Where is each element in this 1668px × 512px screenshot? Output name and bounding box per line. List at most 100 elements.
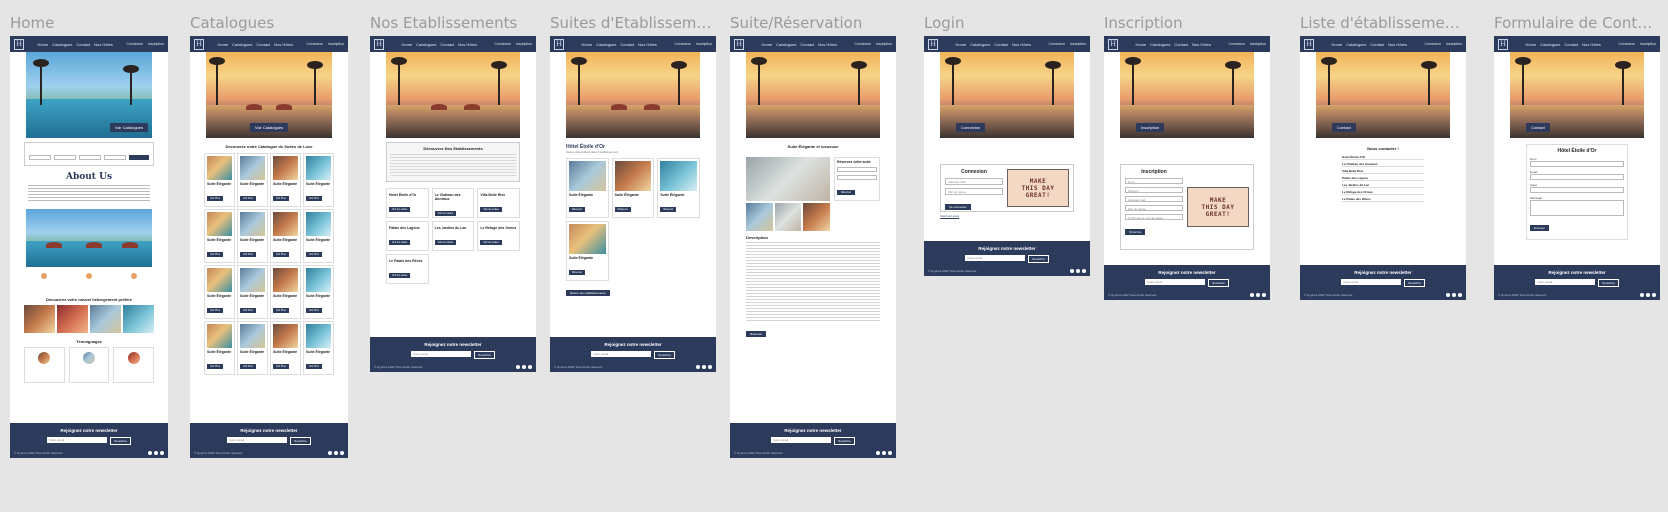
newsletter-input[interactable]: Votre email bbox=[47, 437, 108, 443]
newsletter-button[interactable]: Souscrire bbox=[1404, 279, 1425, 287]
view-more-button[interactable]: Voir Plus bbox=[207, 308, 223, 313]
nav-hotes[interactable]: Nos Hôtes bbox=[274, 42, 293, 47]
nav-login[interactable]: Connexion bbox=[306, 42, 323, 46]
suite-photo[interactable] bbox=[273, 268, 298, 292]
view-more-button[interactable]: Voir Plus bbox=[240, 252, 256, 257]
nav-contact[interactable]: Contact bbox=[440, 42, 454, 47]
suite-photo[interactable] bbox=[306, 156, 331, 180]
instagram-icon[interactable] bbox=[1076, 269, 1080, 273]
search-button[interactable] bbox=[129, 155, 149, 160]
search-field[interactable] bbox=[79, 155, 101, 160]
facebook-icon[interactable] bbox=[708, 365, 712, 369]
signup-field[interactable]: Adresse mail bbox=[1125, 196, 1183, 202]
contact-field[interactable] bbox=[1530, 200, 1624, 216]
nav-login[interactable]: Connexion bbox=[1048, 42, 1065, 46]
logo[interactable]: H bbox=[1108, 38, 1118, 50]
suite-photo[interactable] bbox=[240, 268, 265, 292]
hotel-list-item[interactable]: Les Jardins du Lac bbox=[1342, 183, 1424, 188]
view-more-button[interactable]: Voir Plus bbox=[273, 252, 289, 257]
nav-hotes[interactable]: Nos Hôtes bbox=[458, 42, 477, 47]
view-more-button[interactable]: Voir Plus bbox=[273, 196, 289, 201]
view-suites-button[interactable]: Voir les suites bbox=[389, 207, 411, 212]
nav-home[interactable]: Home bbox=[581, 42, 592, 47]
gallery-image[interactable] bbox=[57, 305, 88, 333]
nav-signup[interactable]: Inscription bbox=[328, 42, 344, 46]
suite-photo[interactable] bbox=[306, 268, 331, 292]
facebook-icon[interactable] bbox=[1652, 293, 1656, 297]
twitter-icon[interactable] bbox=[876, 451, 880, 455]
newsletter-button[interactable]: Souscrire bbox=[110, 437, 131, 445]
nav-signup[interactable]: Inscription bbox=[148, 42, 164, 46]
instagram-icon[interactable] bbox=[702, 365, 706, 369]
view-more-button[interactable]: Voir Plus bbox=[306, 196, 322, 201]
suite-photo[interactable] bbox=[207, 212, 232, 236]
twitter-icon[interactable] bbox=[696, 365, 700, 369]
hero-cta-button[interactable]: Contact bbox=[1332, 123, 1356, 132]
logo[interactable]: H bbox=[1498, 38, 1508, 50]
facebook-icon[interactable] bbox=[340, 451, 344, 455]
twitter-icon[interactable] bbox=[148, 451, 152, 455]
suite-photo[interactable] bbox=[614, 161, 652, 191]
logo[interactable]: H bbox=[554, 38, 564, 50]
newsletter-input[interactable]: Votre email bbox=[227, 437, 288, 443]
view-more-button[interactable]: Voir Plus bbox=[207, 196, 223, 201]
nav-hotes[interactable]: Nos Hôtes bbox=[1388, 42, 1407, 47]
suite-photo[interactable] bbox=[569, 224, 606, 254]
suite-photo[interactable] bbox=[660, 161, 697, 191]
newsletter-input[interactable]: Votre email bbox=[1145, 279, 1206, 285]
nav-catalogues[interactable]: Catalogues bbox=[416, 42, 436, 47]
search-field[interactable] bbox=[54, 155, 76, 160]
nav-signup[interactable]: Inscription bbox=[516, 42, 532, 46]
newsletter-input[interactable]: Votre email bbox=[965, 255, 1026, 261]
twitter-icon[interactable] bbox=[1446, 293, 1450, 297]
gallery-image[interactable] bbox=[123, 305, 154, 333]
instagram-icon[interactable] bbox=[334, 451, 338, 455]
nav-contact[interactable]: Contact bbox=[800, 42, 814, 47]
nav-contact[interactable]: Contact bbox=[76, 42, 90, 47]
reserve-button[interactable]: Réserver bbox=[746, 331, 767, 337]
nav-login[interactable]: Connexion bbox=[1618, 42, 1635, 46]
instagram-icon[interactable] bbox=[522, 365, 526, 369]
suite-thumb[interactable] bbox=[803, 203, 831, 231]
hotel-list-item[interactable]: Le Refuge des Ormes bbox=[1342, 190, 1424, 195]
view-more-button[interactable]: Voir Plus bbox=[306, 252, 322, 257]
newsletter-input[interactable]: Votre email bbox=[591, 351, 652, 357]
facebook-icon[interactable] bbox=[1082, 269, 1086, 273]
nav-contact[interactable]: Contact bbox=[1564, 42, 1578, 47]
nav-contact[interactable]: Contact bbox=[620, 42, 634, 47]
suite-photo[interactable] bbox=[207, 324, 232, 348]
logo[interactable]: H bbox=[928, 38, 938, 50]
nav-catalogues[interactable]: Catalogues bbox=[776, 42, 796, 47]
view-suites-button[interactable]: Voir les suites bbox=[434, 240, 457, 245]
password-field[interactable]: Mot de passe bbox=[945, 188, 1003, 195]
nav-login[interactable]: Connexion bbox=[674, 42, 691, 46]
facebook-icon[interactable] bbox=[1262, 293, 1266, 297]
nav-home[interactable]: Home bbox=[1331, 42, 1342, 47]
facebook-icon[interactable] bbox=[160, 451, 164, 455]
view-more-button[interactable]: Voir Plus bbox=[273, 308, 289, 313]
suite-photo[interactable] bbox=[207, 156, 232, 180]
newsletter-input[interactable]: Votre email bbox=[1341, 279, 1402, 285]
nav-hotes[interactable]: Nos Hôtes bbox=[1012, 42, 1031, 47]
nav-contact[interactable]: Contact bbox=[994, 42, 1008, 47]
nav-hotes[interactable]: Nos Hôtes bbox=[94, 42, 113, 47]
hero-cta-button[interactable]: Voir Catalogues bbox=[249, 123, 289, 132]
contact-field[interactable] bbox=[1530, 161, 1624, 167]
nav-hotes[interactable]: Nos Hôtes bbox=[818, 42, 837, 47]
facebook-icon[interactable] bbox=[1458, 293, 1462, 297]
logo[interactable]: H bbox=[14, 38, 24, 50]
hero-cta-button[interactable]: Voir Catalogues bbox=[109, 123, 148, 132]
suite-photo[interactable] bbox=[240, 324, 265, 348]
twitter-icon[interactable] bbox=[1250, 293, 1254, 297]
view-more-button[interactable]: Voir Plus bbox=[306, 364, 322, 369]
suite-main-photo[interactable] bbox=[746, 157, 830, 201]
nav-hotes[interactable]: Nos Hôtes bbox=[1582, 42, 1601, 47]
newsletter-input[interactable]: Votre email bbox=[1535, 279, 1596, 285]
back-button[interactable]: Retour aux établissements bbox=[566, 290, 610, 296]
hotel-list-item[interactable]: Villa Belle Rive bbox=[1342, 169, 1424, 174]
reserve-button[interactable]: Réserver bbox=[614, 207, 631, 212]
twitter-icon[interactable] bbox=[1070, 269, 1074, 273]
contact-field[interactable] bbox=[1530, 187, 1624, 193]
reserve-button[interactable]: Réserver bbox=[660, 207, 677, 212]
nav-catalogues[interactable]: Catalogues bbox=[1346, 42, 1366, 47]
